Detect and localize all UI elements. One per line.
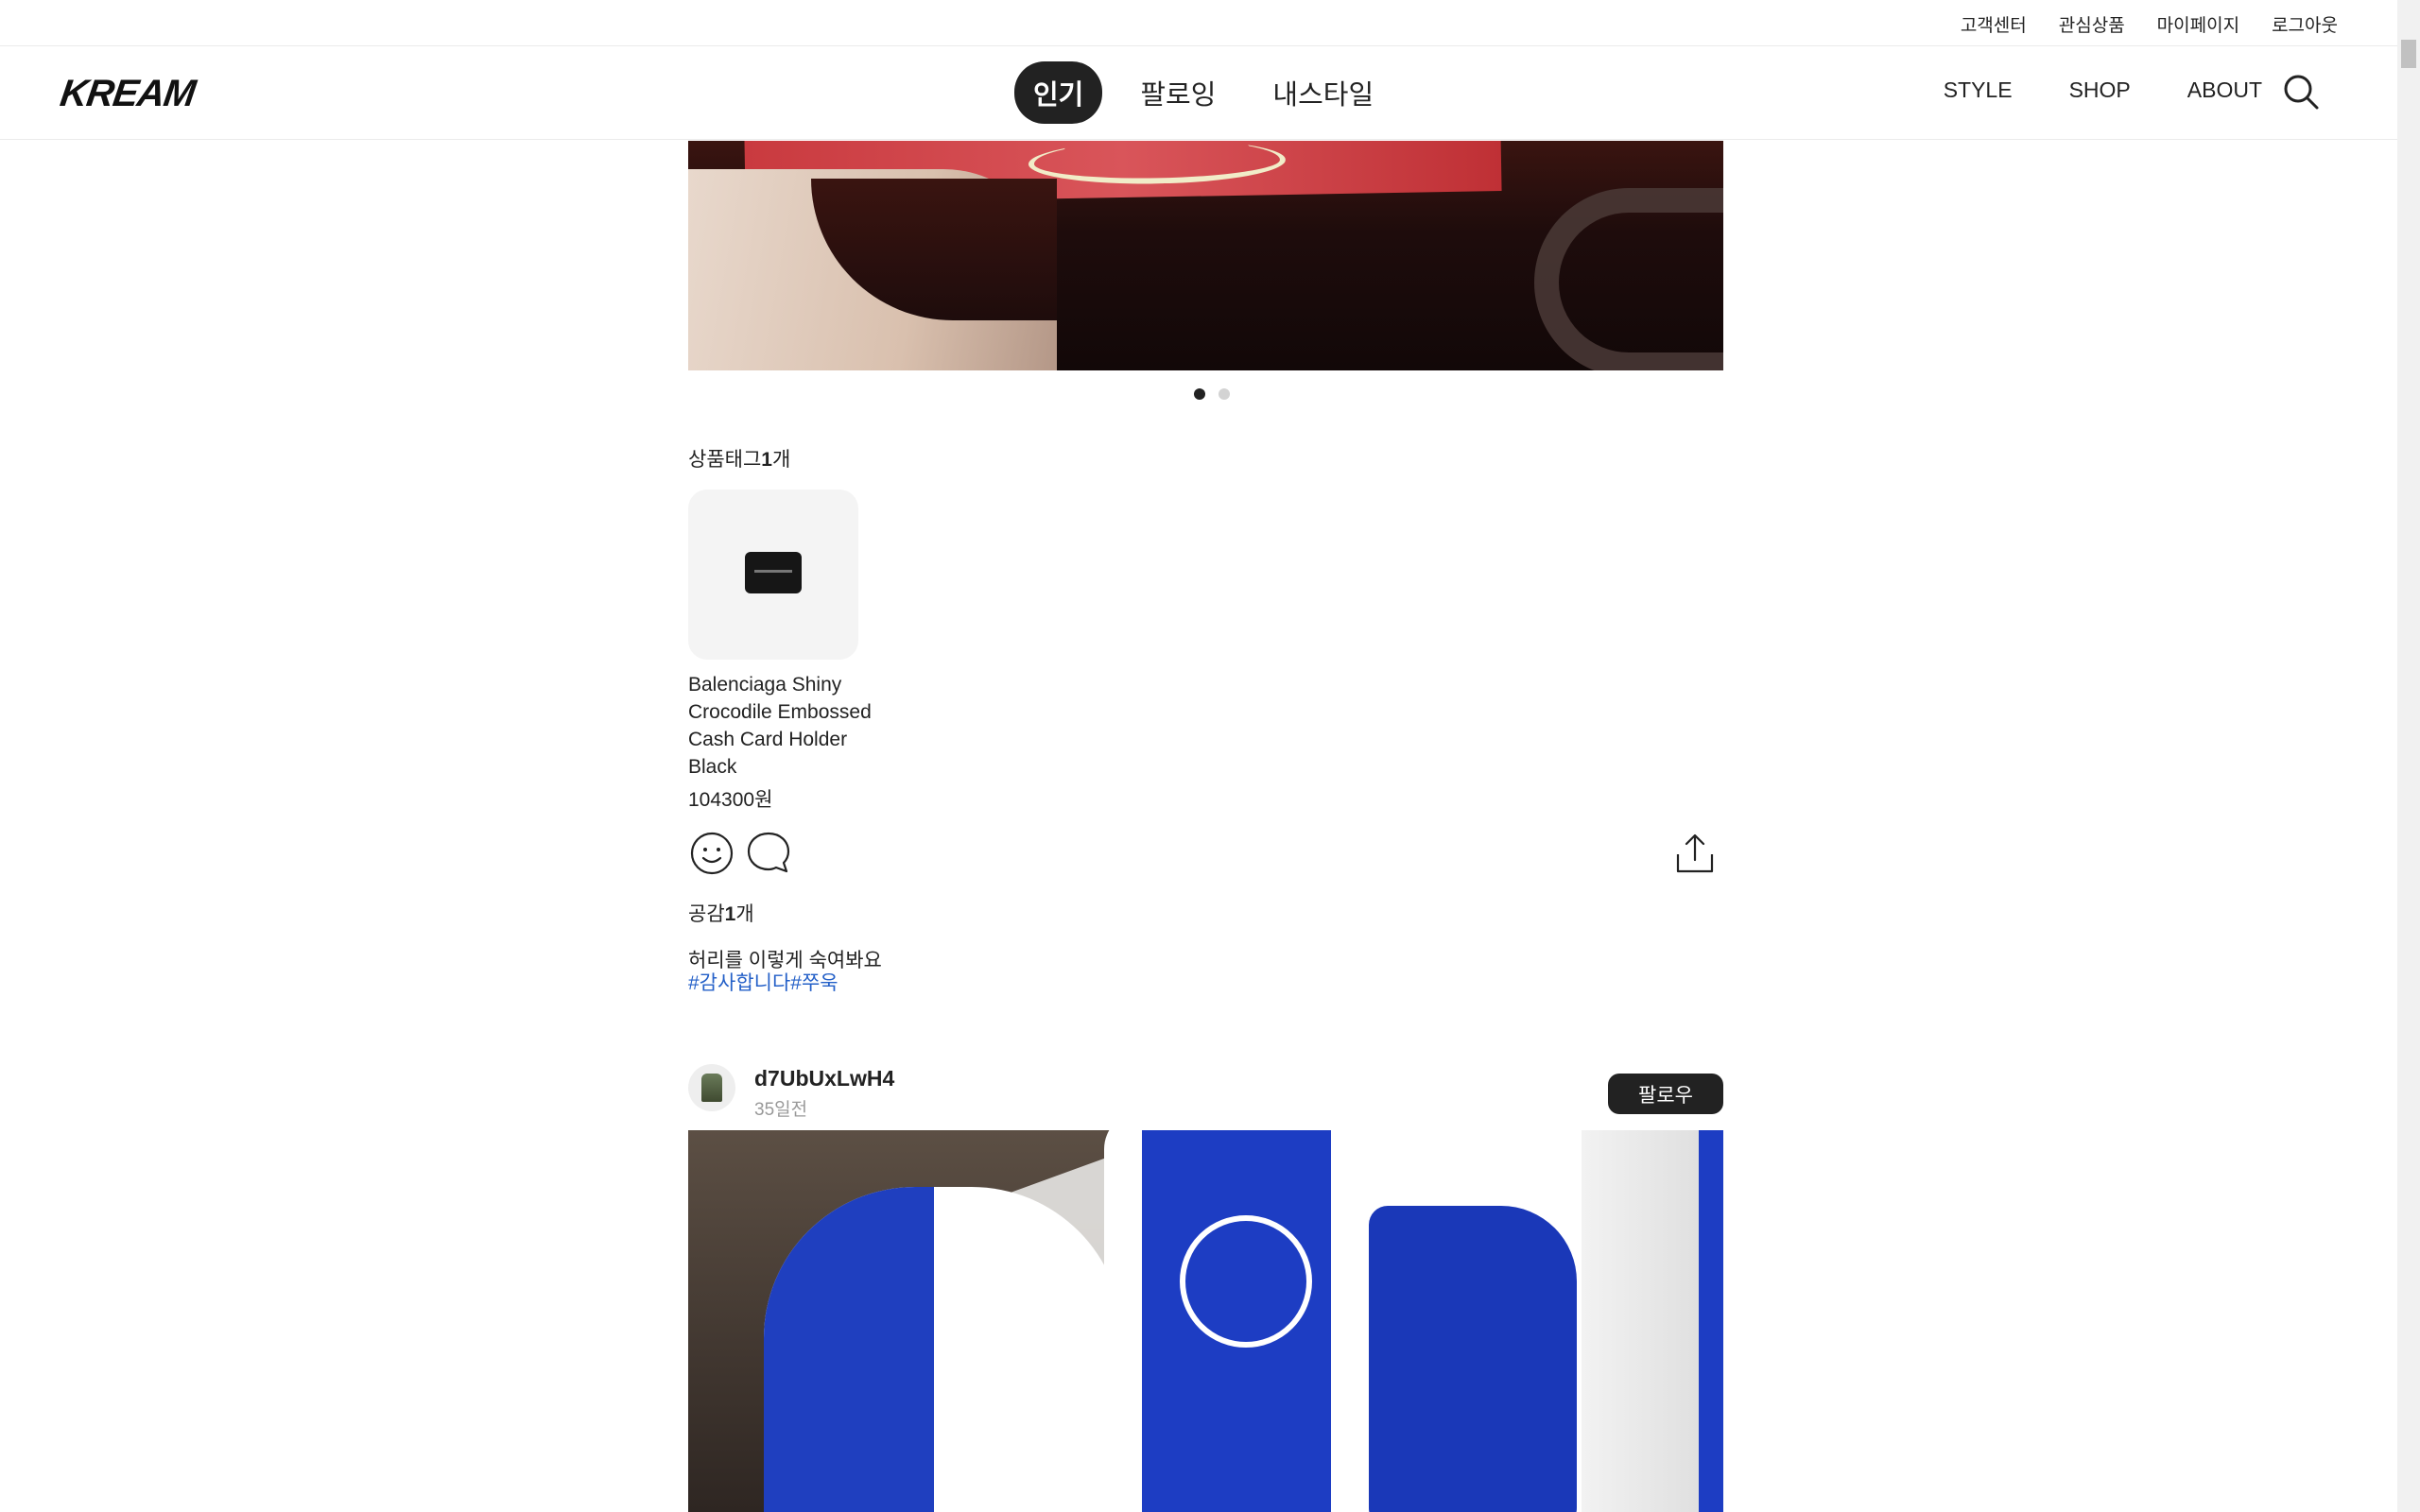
shoebox-edge-image-part — [1582, 1130, 1723, 1512]
wishlist-link[interactable]: 관심상품 — [2059, 11, 2125, 37]
hand-image-part — [688, 169, 1057, 370]
post-time: 35일전 — [754, 1100, 808, 1120]
smiley-icon[interactable] — [688, 830, 735, 877]
empathy-unit: 개 — [735, 903, 754, 925]
share-icon[interactable] — [1671, 830, 1719, 877]
style-tabs: 인기 팔로잉 내스타일 — [1014, 61, 1392, 124]
post-photo[interactable] — [688, 141, 1723, 370]
post-actions — [688, 830, 1723, 886]
nav-style[interactable]: STYLE — [1944, 77, 2013, 103]
kream-logo[interactable]: KREAM — [58, 73, 198, 115]
main-header: KREAM 인기 팔로잉 내스타일 STYLE SHOP ABOUT — [0, 46, 2397, 140]
hashtag-link[interactable]: #쭈욱 — [790, 972, 838, 994]
empathy-count[interactable]: 공감1개 — [688, 899, 754, 927]
tab-following[interactable]: 팔로잉 — [1121, 61, 1235, 124]
comment-icon[interactable] — [745, 830, 792, 877]
carousel-dot-2[interactable] — [1219, 388, 1230, 400]
sneaker-right-image-part — [1104, 1130, 1596, 1512]
post-username[interactable]: d7UbUxLwH4 — [754, 1066, 894, 1091]
customer-center-link[interactable]: 고객센터 — [1961, 11, 2027, 37]
wings-logo-image-part — [1180, 1215, 1312, 1348]
page-scrollbar[interactable] — [2397, 0, 2420, 1512]
scrollbar-thumb[interactable] — [2401, 40, 2416, 68]
avatar[interactable] — [688, 1064, 735, 1111]
logout-link[interactable]: 로그아웃 — [2272, 11, 2338, 37]
empathy-label: 공감 — [688, 903, 725, 925]
mypage-link[interactable]: 마이페이지 — [2157, 11, 2239, 37]
hashtag-link[interactable]: #감사합니다 — [688, 972, 790, 994]
product-thumbnail[interactable] — [688, 490, 858, 660]
follow-button[interactable]: 팔로우 — [1608, 1074, 1723, 1114]
post-header: d7UbUxLwH4 35일전 팔로우 — [688, 1064, 1723, 1121]
product-tag-heading: 상품태그1개 — [688, 444, 790, 472]
nav-shop[interactable]: SHOP — [2069, 77, 2131, 103]
carousel-indicator — [1194, 388, 1230, 400]
utility-bar: 고객센터 관심상품 마이페이지 로그아웃 — [0, 0, 2397, 46]
product-tag-card[interactable]: Balenciaga Shiny Crocodile Embossed Cash… — [688, 490, 877, 813]
search-icon[interactable] — [2282, 73, 2320, 111]
post-hashtags: #감사합니다#쭈욱 — [688, 968, 838, 996]
utility-links: 고객센터 관심상품 마이페이지 로그아웃 — [1961, 11, 2338, 37]
product-price: 104300원 — [688, 789, 773, 811]
product-name[interactable]: Balenciaga Shiny Crocodile Embossed Cash… — [688, 671, 877, 781]
nav-about[interactable]: ABOUT — [2187, 77, 2262, 103]
post-photo[interactable] — [688, 1130, 1723, 1512]
tab-popular[interactable]: 인기 — [1014, 61, 1103, 124]
sneaker-left-image-part — [764, 1187, 1123, 1512]
card-holder-image — [745, 552, 802, 593]
carousel-dot-1[interactable] — [1194, 388, 1205, 400]
main-nav: STYLE SHOP ABOUT — [1944, 77, 2262, 103]
product-tag-label: 상품태그 — [688, 449, 762, 471]
rack-image-part — [1534, 188, 1723, 370]
product-tag-count: 1 — [761, 449, 772, 471]
empathy-number: 1 — [724, 903, 736, 925]
tab-my-style[interactable]: 내스타일 — [1253, 61, 1392, 124]
product-tag-unit: 개 — [771, 449, 791, 471]
